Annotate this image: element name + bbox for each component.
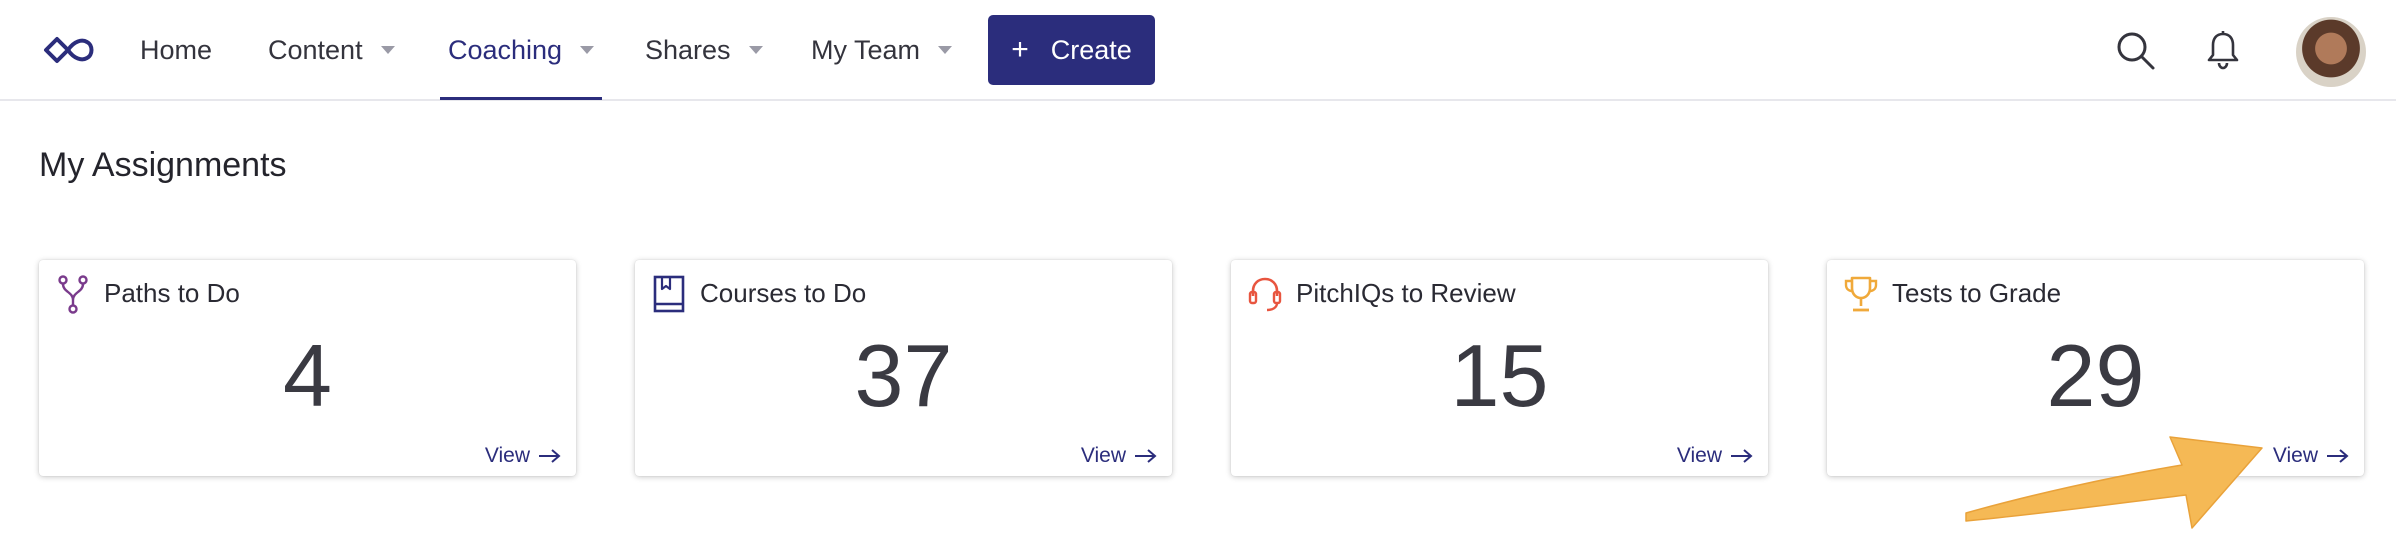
nav-home[interactable]: Home bbox=[140, 0, 212, 100]
page-title: My Assignments bbox=[39, 146, 287, 184]
nav-coaching-label: Coaching bbox=[448, 34, 563, 65]
card-courses-to-do: Courses to Do 37 View bbox=[635, 260, 1172, 476]
card-title: Paths to Do bbox=[104, 278, 240, 308]
book-icon bbox=[653, 275, 685, 313]
infinity-logo-icon[interactable] bbox=[38, 33, 98, 67]
view-link[interactable]: View bbox=[485, 444, 562, 468]
nav-coaching[interactable]: Coaching bbox=[440, 0, 603, 100]
nav-my-team[interactable]: My Team bbox=[811, 0, 953, 100]
card-title: PitchIQs to Review bbox=[1296, 278, 1516, 308]
top-navigation-bar: Home Content Coaching Shares My Team + C… bbox=[0, 0, 2396, 101]
trophy-icon bbox=[1844, 276, 1878, 312]
view-link[interactable]: View bbox=[1677, 444, 1754, 468]
chevron-down-icon bbox=[748, 46, 763, 54]
arrow-right-icon bbox=[1135, 449, 1157, 463]
chevron-down-icon bbox=[580, 46, 595, 54]
plus-icon: + bbox=[1011, 33, 1029, 66]
search-icon[interactable] bbox=[2115, 30, 2157, 72]
card-pitchiqs-to-review: PitchIQs to Review 15 View bbox=[1231, 260, 1768, 476]
nav-content-label: Content bbox=[268, 34, 363, 65]
view-link[interactable]: View bbox=[2273, 444, 2350, 468]
chevron-down-icon bbox=[380, 46, 395, 54]
view-link[interactable]: View bbox=[1081, 444, 1158, 468]
card-title: Courses to Do bbox=[700, 278, 867, 308]
fork-path-icon bbox=[58, 275, 88, 314]
user-avatar[interactable] bbox=[2296, 17, 2366, 87]
view-link-label: View bbox=[1080, 444, 1126, 467]
nav-shares[interactable]: Shares bbox=[645, 0, 763, 100]
nav-shares-label: Shares bbox=[645, 34, 731, 65]
create-button[interactable]: + Create bbox=[988, 15, 1155, 85]
view-link-label: View bbox=[2272, 444, 2318, 467]
pointer-arrow-icon bbox=[1965, 436, 2263, 529]
view-link-label: View bbox=[1676, 444, 1722, 467]
chevron-down-icon bbox=[938, 46, 953, 54]
arrow-right-icon bbox=[1731, 449, 1753, 463]
view-link-label: View bbox=[484, 444, 530, 467]
headset-icon bbox=[1248, 277, 1282, 312]
bell-icon[interactable] bbox=[2206, 30, 2240, 70]
card-count: 15 bbox=[1450, 326, 1549, 425]
nav-home-label: Home bbox=[140, 34, 213, 65]
card-title: Tests to Grade bbox=[1892, 278, 2062, 308]
card-count: 29 bbox=[2046, 326, 2145, 425]
card-count: 37 bbox=[854, 326, 953, 425]
nav-my-team-label: My Team bbox=[811, 34, 921, 65]
arrow-right-icon bbox=[2327, 449, 2349, 463]
card-paths-to-do: Paths to Do 4 View bbox=[39, 260, 576, 476]
arrow-right-icon bbox=[539, 449, 561, 463]
create-button-label: Create bbox=[1050, 34, 1132, 65]
nav-content[interactable]: Content bbox=[268, 0, 395, 100]
card-count: 4 bbox=[283, 326, 332, 425]
active-tab-indicator bbox=[440, 97, 603, 100]
